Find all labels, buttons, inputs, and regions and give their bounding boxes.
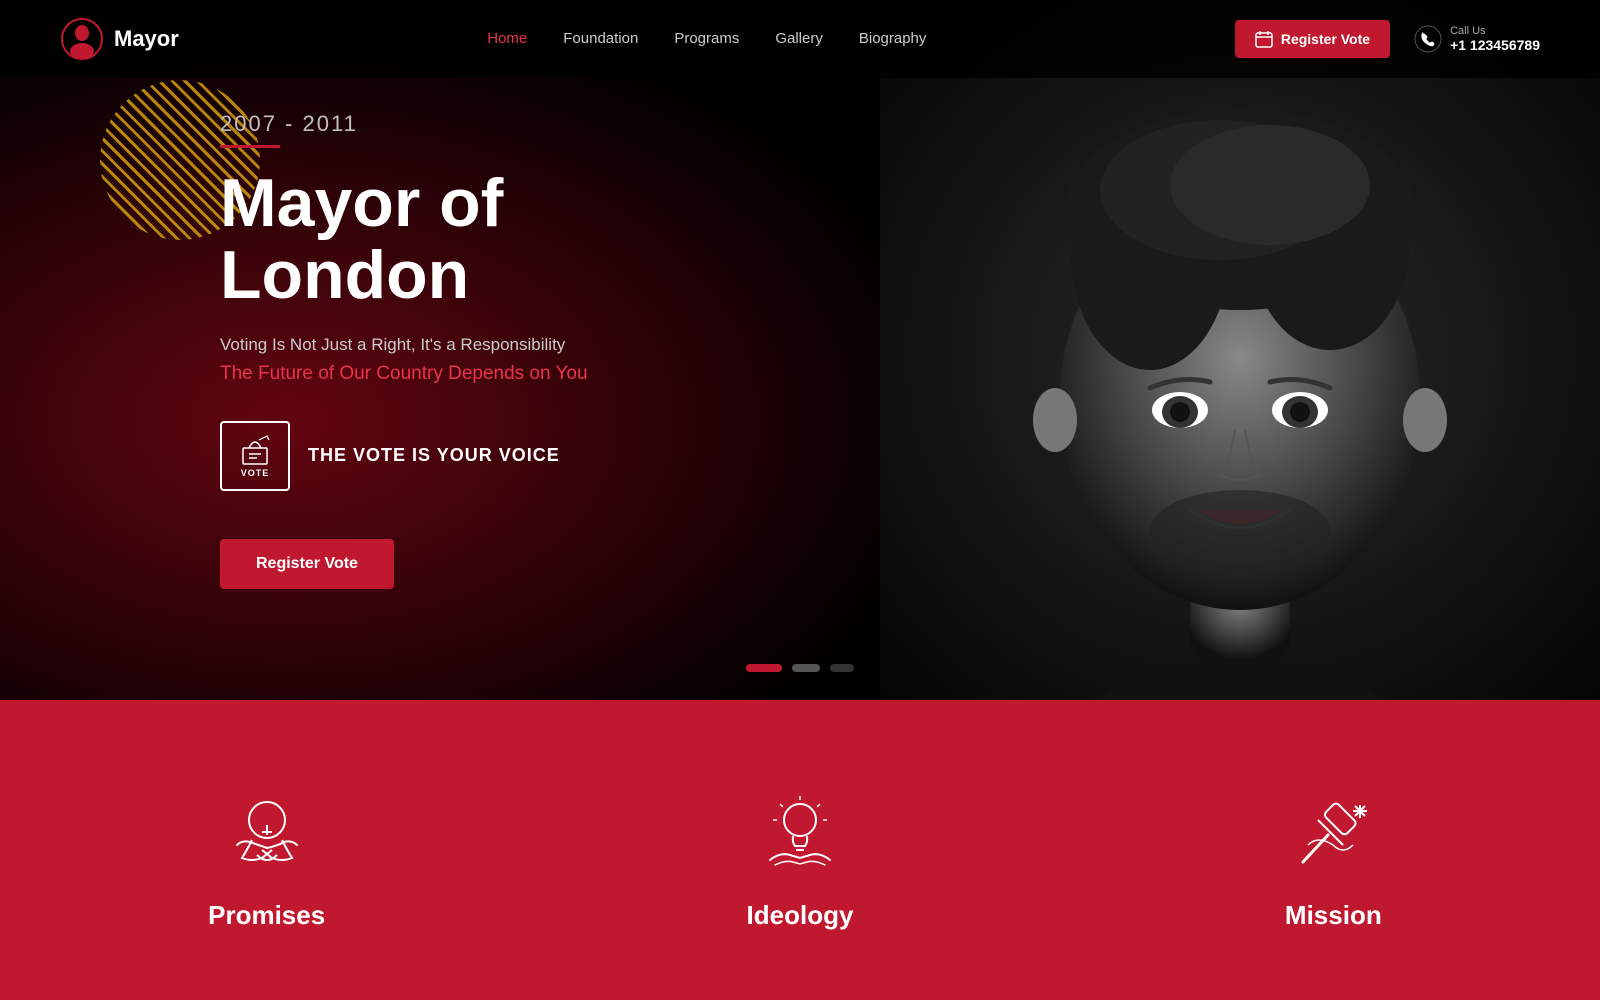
ballot-icon [237,434,273,466]
calendar-icon [1255,30,1273,48]
hero-tagline: The Future of Our Country Depends on You [220,363,750,385]
nav-programs[interactable]: Programs [674,30,739,47]
ideology-card: Ideology [533,750,1066,951]
nav-foundation[interactable]: Foundation [563,30,638,47]
hero-register-vote-button[interactable]: Register Vote [220,539,394,589]
brand-logo[interactable]: Mayor [60,17,179,61]
hero-content: 2007 - 2011 Mayor of London Voting Is No… [0,111,750,589]
hero-subtitle: Voting Is Not Just a Right, It's a Respo… [220,335,750,355]
brand-name: Mayor [114,26,179,52]
mission-card: Mission [1067,750,1600,951]
vote-icon-box: VOTE [220,421,290,491]
call-us-number: +1 123456789 [1450,37,1540,53]
slider-dots [746,664,854,672]
hero-vote-text: THE VOTE IS YOUR VOICE [308,445,560,466]
bottom-section: Promises Ideology [0,700,1600,1000]
slider-dot-2[interactable] [792,664,820,672]
navbar-right: Register Vote Call Us +1 123456789 [1235,20,1540,58]
hero-underline [220,145,280,148]
call-us-block: Call Us +1 123456789 [1414,25,1540,53]
slider-dot-3[interactable] [830,664,854,672]
navbar: Mayor Home Foundation Programs Gallery B… [0,0,1600,78]
hero-year: 2007 - 2011 [220,111,750,137]
mayor-icon [60,17,104,61]
mission-icon [1288,790,1378,880]
nav-home[interactable]: Home [487,30,527,47]
hero-vote-box: VOTE THE VOTE IS YOUR VOICE [220,421,750,491]
ideology-label: Ideology [747,900,854,931]
promises-card: Promises [0,750,533,951]
mission-label: Mission [1285,900,1382,931]
nav-biography[interactable]: Biography [859,30,927,47]
promises-label: Promises [208,900,325,931]
call-us-label: Call Us [1450,25,1540,37]
portrait-svg [880,0,1600,700]
hero-portrait [880,0,1600,700]
hero-title: Mayor of London [220,168,750,311]
ideology-icon [755,790,845,880]
nav-register-label: Register Vote [1281,31,1370,47]
slider-dot-1[interactable] [746,664,782,672]
hero-section: 2007 - 2011 Mayor of London Voting Is No… [0,0,1600,700]
promises-icon [222,790,312,880]
nav-register-vote-button[interactable]: Register Vote [1235,20,1390,58]
call-us-text-block: Call Us +1 123456789 [1450,25,1540,53]
phone-icon [1414,25,1442,53]
nav-menu: Home Foundation Programs Gallery Biograp… [487,30,926,48]
vote-label: VOTE [241,468,270,478]
nav-gallery[interactable]: Gallery [775,30,823,47]
